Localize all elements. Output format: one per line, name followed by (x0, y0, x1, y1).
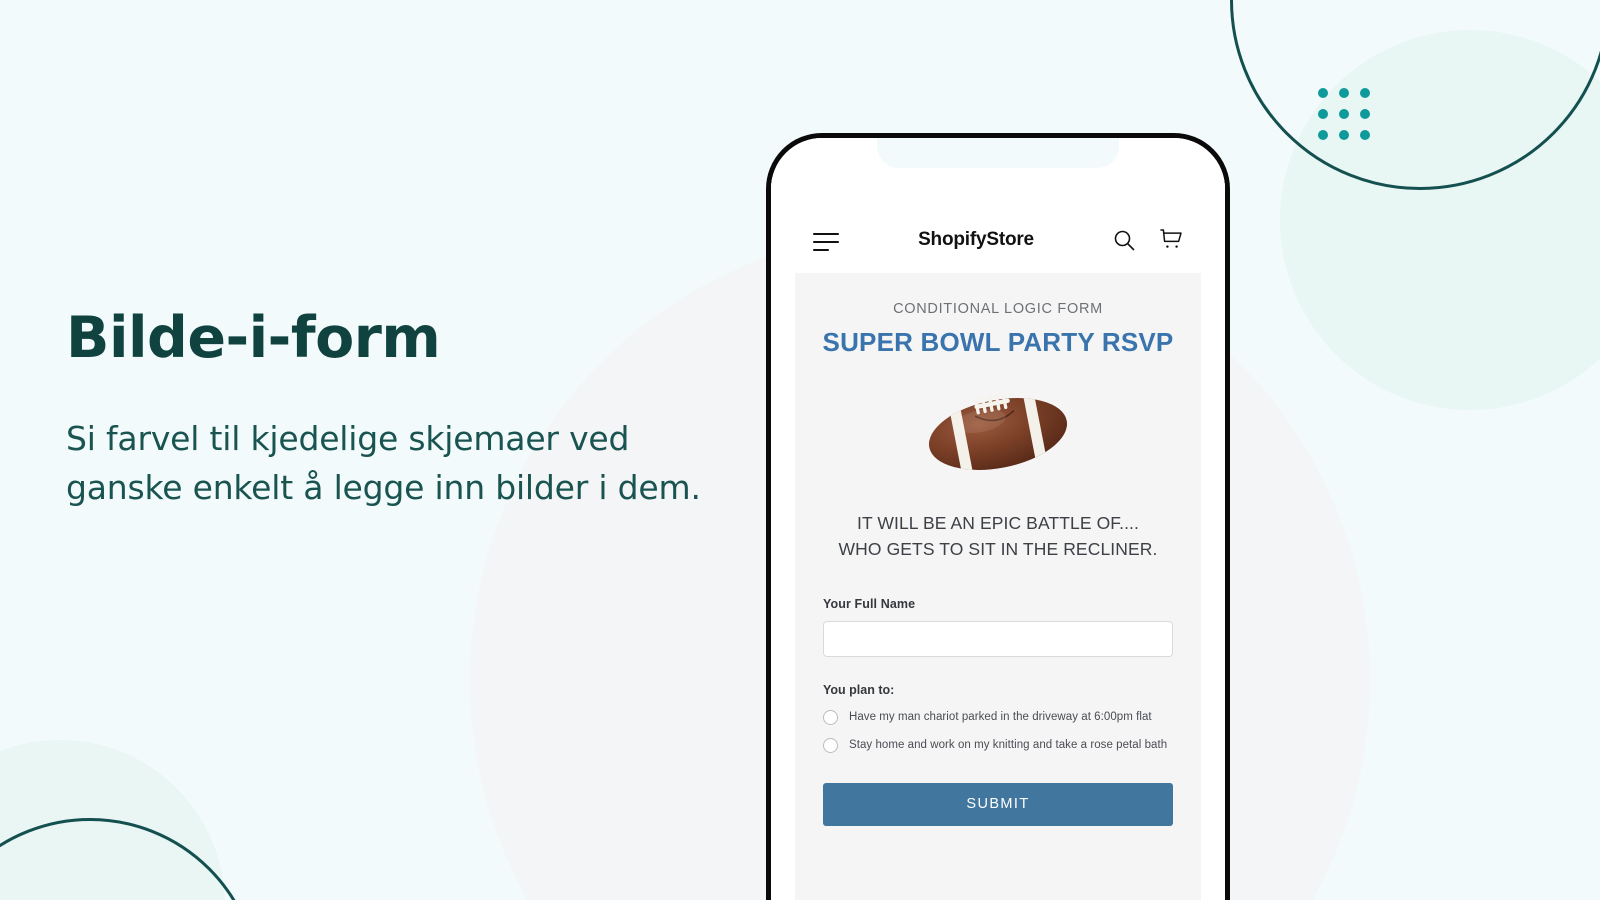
radio-option-2[interactable]: Stay home and work on my knitting and ta… (823, 737, 1173, 753)
form-fields: Your Full Name You plan to: Have my man … (795, 597, 1201, 826)
radio-group-label: You plan to: (823, 682, 895, 697)
marketing-copy: Bilde-i-form Si farvel til kjedelige skj… (66, 305, 706, 513)
radio-option-1[interactable]: Have my man chariot parked in the drivew… (823, 709, 1173, 725)
search-icon[interactable] (1113, 229, 1135, 251)
page-title: Bilde-i-form (66, 305, 441, 371)
header-icon-group (1113, 228, 1183, 251)
hamburger-menu-icon[interactable] (813, 233, 839, 251)
phone-mockup: ShopifyStore CONDITIONAL LOGIC FORM SUPE… (766, 133, 1230, 900)
form-tagline-line-2: WHO GETS TO SIT IN THE RECLINER. (838, 539, 1158, 560)
full-name-input[interactable] (823, 620, 1173, 657)
form-tagline-line-1: IT WILL BE AN EPIC BATTLE OF.... (857, 513, 1139, 533)
phone-screen: ShopifyStore CONDITIONAL LOGIC FORM SUPE… (771, 138, 1225, 900)
shopping-cart-icon[interactable] (1159, 228, 1183, 251)
rsvp-form-panel: CONDITIONAL LOGIC FORM SUPER BOWL PARTY … (795, 273, 1201, 900)
phone-notch (877, 138, 1119, 168)
full-name-label: Your Full Name (823, 596, 916, 611)
outline-circle-bottom-left (0, 818, 260, 900)
store-name: ShopifyStore (918, 229, 1034, 250)
form-tagline: IT WILL BE AN EPIC BATTLE OF.... WHO GET… (795, 510, 1201, 563)
radio-circle-icon[interactable] (823, 709, 838, 725)
page-subtitle: Si farvel til kjedelige skjemaer ved gan… (66, 418, 701, 508)
form-eyebrow: CONDITIONAL LOGIC FORM (893, 301, 1103, 317)
american-football-image (923, 384, 1073, 484)
radio-option-1-label: Have my man chariot parked in the drivew… (849, 711, 1152, 723)
radio-option-2-label: Stay home and work on my knitting and ta… (849, 739, 1168, 751)
radio-circle-icon[interactable] (823, 737, 838, 753)
form-title: SUPER BOWL PARTY RSVP (822, 327, 1174, 357)
submit-button[interactable]: SUBMIT (823, 782, 1173, 826)
dot-grid-icon (1318, 88, 1370, 140)
